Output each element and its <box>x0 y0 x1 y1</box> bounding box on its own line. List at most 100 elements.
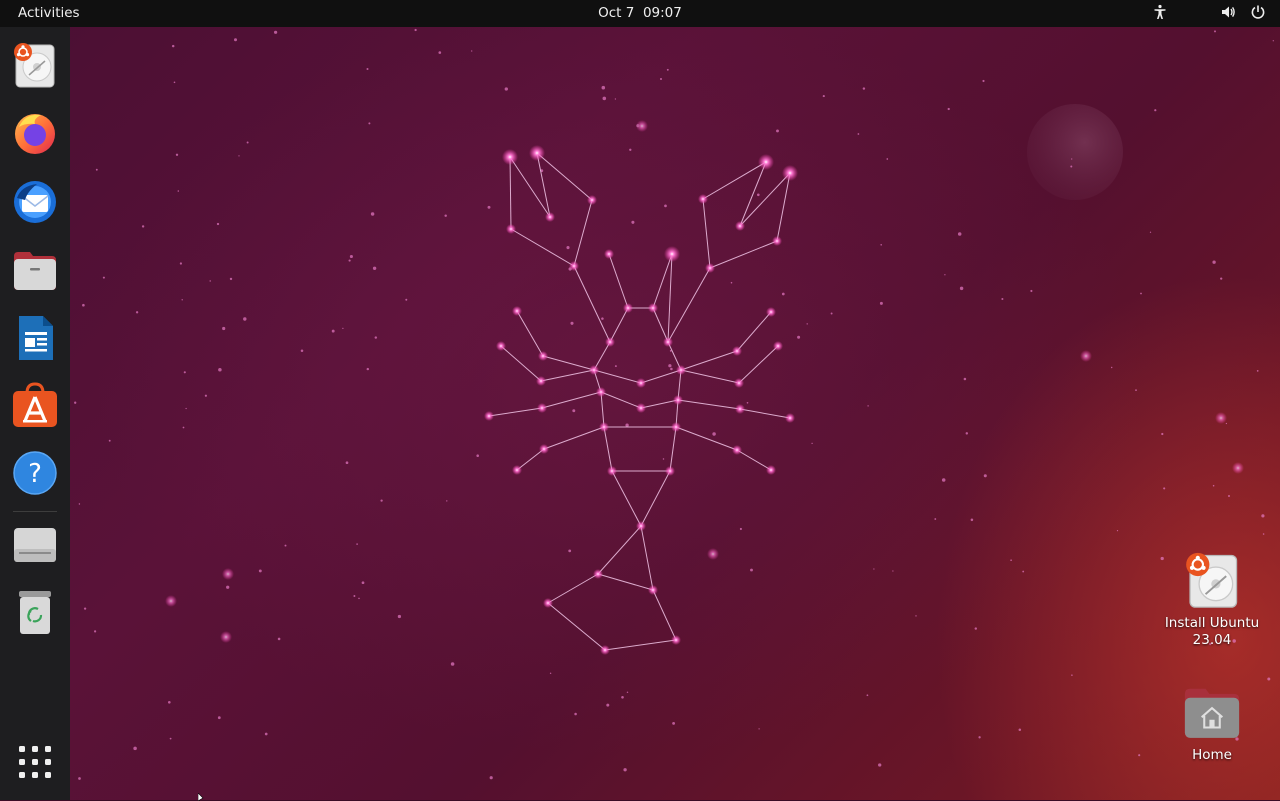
background-star <box>978 736 981 739</box>
constellation-star <box>605 337 615 347</box>
apps-grid-icon <box>19 746 51 778</box>
background-star <box>636 124 640 128</box>
dock-item-drive[interactable] <box>11 520 59 568</box>
constellation-line <box>675 426 738 451</box>
background-star <box>374 336 378 339</box>
constellation-line <box>600 391 642 409</box>
dock-item-files[interactable] <box>11 246 59 294</box>
background-star <box>1228 495 1230 497</box>
constellation-star <box>636 521 646 531</box>
constellation-line <box>702 161 767 200</box>
drive-icon <box>14 528 56 562</box>
files-icon <box>14 252 56 290</box>
constellation-line <box>573 265 611 343</box>
constellation-line <box>608 253 629 309</box>
dock-item-help[interactable]: ? <box>11 449 59 497</box>
dock-item-libreoffice-writer[interactable] <box>11 314 59 362</box>
background-star <box>372 266 377 271</box>
constellation-star <box>589 365 599 375</box>
background-star <box>300 349 304 352</box>
constellation-line <box>593 369 642 384</box>
dock-item-trash[interactable] <box>11 588 59 636</box>
desktop-wallpaper <box>0 0 1280 800</box>
background-glow-star <box>1080 350 1092 362</box>
constellation-line <box>640 470 671 527</box>
background-star <box>983 474 987 478</box>
background-star <box>1138 754 1141 757</box>
constellation-line <box>702 198 711 269</box>
background-star <box>982 79 985 83</box>
background-star <box>1111 366 1113 369</box>
background-star <box>370 212 375 216</box>
background-star <box>601 85 606 90</box>
background-star <box>862 87 866 90</box>
background-glow-star <box>222 568 234 580</box>
background-star <box>183 371 186 374</box>
background-glow-star <box>1215 412 1227 424</box>
constellation-star <box>772 236 782 246</box>
background-star <box>1261 514 1265 518</box>
clock-button[interactable]: Oct 7 09:07 <box>598 5 682 21</box>
background-star <box>878 763 882 767</box>
dock-item-app-center[interactable] <box>11 381 59 429</box>
accessibility-icon[interactable] <box>1152 4 1168 20</box>
background-star <box>246 141 249 144</box>
background-star <box>822 95 825 98</box>
desktop-icon-install-ubuntu[interactable]: Install Ubuntu 23.04 <box>1157 549 1267 649</box>
background-star <box>179 262 183 265</box>
background-star <box>181 299 183 301</box>
background-star <box>602 96 607 101</box>
constellation-star <box>782 165 798 181</box>
background-star <box>631 220 635 224</box>
background-star <box>102 276 105 279</box>
background-star <box>672 721 676 725</box>
background-star <box>438 51 442 54</box>
background-star <box>171 44 175 48</box>
background-star <box>606 703 610 707</box>
background-star <box>446 500 448 502</box>
clock-time: 09:07 <box>642 5 682 21</box>
constellation-star <box>599 422 609 432</box>
desktop-icon-home[interactable]: Home <box>1157 681 1267 764</box>
background-star <box>366 367 370 371</box>
activities-button[interactable]: Activities <box>18 5 80 21</box>
background-star <box>670 367 673 371</box>
background-star <box>82 303 85 307</box>
background-star <box>666 68 669 71</box>
background-star <box>83 607 87 610</box>
dock-item-firefox[interactable] <box>11 109 59 157</box>
volume-icon[interactable] <box>1220 4 1236 20</box>
constellation-star <box>732 346 742 356</box>
background-star <box>1214 30 1216 33</box>
power-icon[interactable] <box>1250 4 1266 20</box>
background-star <box>95 168 98 171</box>
background-star <box>712 432 716 436</box>
background-star <box>915 615 917 617</box>
background-star <box>264 732 268 736</box>
constellation-star <box>593 569 603 579</box>
install-ubuntu-label-line1: Install Ubuntu <box>1164 615 1260 631</box>
show-apps-button[interactable] <box>11 738 59 786</box>
constellation-star <box>538 351 548 361</box>
background-star <box>625 423 629 427</box>
background-star <box>366 67 369 71</box>
dock-separator <box>13 511 57 512</box>
dock-item-install-ubuntu[interactable] <box>11 41 59 89</box>
background-star <box>209 280 211 282</box>
background-star <box>1116 529 1119 532</box>
background-star <box>574 712 577 716</box>
background-star <box>811 442 813 445</box>
background-star <box>662 458 665 460</box>
background-star <box>570 321 574 325</box>
constellation-line <box>680 369 740 384</box>
background-star <box>1022 570 1025 573</box>
background-star <box>601 317 604 320</box>
background-star <box>342 327 344 330</box>
constellation-line <box>652 307 669 343</box>
background-star <box>234 38 237 42</box>
background-star <box>886 158 889 160</box>
background-star <box>74 401 77 404</box>
background-star <box>182 426 185 429</box>
constellation-star <box>648 303 658 313</box>
dock-item-thunderbird[interactable] <box>11 178 59 226</box>
